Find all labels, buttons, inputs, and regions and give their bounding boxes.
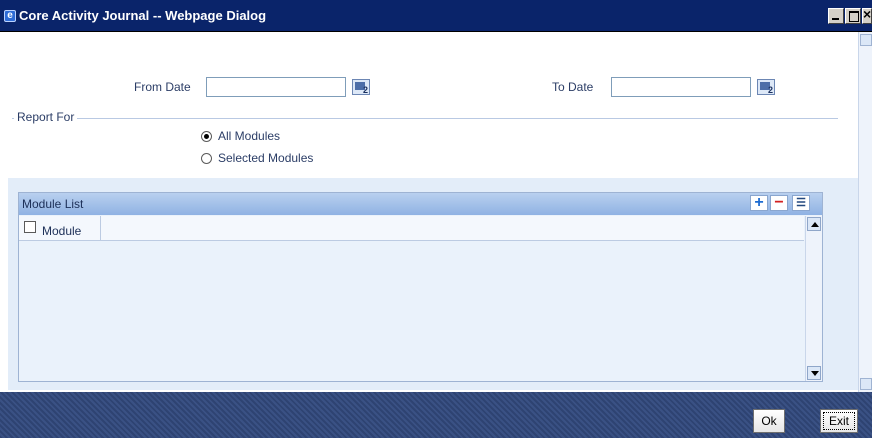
module-column-header[interactable]: Module — [42, 224, 81, 238]
module-list-title: Module List — [22, 197, 84, 211]
window-scrollbar[interactable] — [858, 32, 872, 392]
to-date-label: To Date — [552, 80, 594, 94]
grid-scroll-down-button[interactable] — [807, 366, 821, 380]
scroll-up-button[interactable] — [860, 34, 872, 46]
close-button[interactable] — [862, 6, 872, 24]
selected-modules-label: Selected Modules — [218, 151, 314, 165]
grid-scroll-up-button[interactable] — [807, 217, 821, 231]
ok-button[interactable]: Ok — [753, 409, 785, 433]
plus-icon[interactable]: + — [750, 195, 768, 211]
all-modules-label: All Modules — [218, 129, 281, 143]
window-title: Core Activity Journal -- Webpage Dialog — [19, 8, 267, 23]
maximize-button[interactable] — [845, 8, 861, 24]
selected-modules-radio[interactable] — [201, 153, 212, 164]
column-separator — [100, 216, 101, 241]
scroll-down-button[interactable] — [860, 378, 872, 390]
select-all-checkbox[interactable] — [24, 221, 36, 233]
all-modules-radio[interactable] — [201, 131, 212, 142]
exit-button[interactable]: Exit — [820, 409, 858, 433]
ie-icon: e — [4, 10, 16, 22]
report-for-divider — [12, 118, 838, 119]
module-list-column-header — [19, 216, 804, 241]
minus-icon[interactable]: − — [770, 195, 788, 211]
module-list-header — [19, 193, 822, 215]
footer-bar — [0, 392, 872, 438]
from-date-label: From Date — [134, 80, 191, 94]
to-date-input[interactable] — [611, 77, 751, 97]
report-for-legend: Report For — [14, 110, 78, 124]
to-date-calendar-icon[interactable] — [757, 79, 775, 95]
module-list-scrollbar[interactable] — [805, 216, 822, 381]
minimize-button[interactable] — [828, 8, 844, 24]
from-date-calendar-icon[interactable] — [352, 79, 370, 95]
list-icon[interactable]: ☰ — [792, 195, 810, 211]
from-date-input[interactable] — [206, 77, 346, 97]
